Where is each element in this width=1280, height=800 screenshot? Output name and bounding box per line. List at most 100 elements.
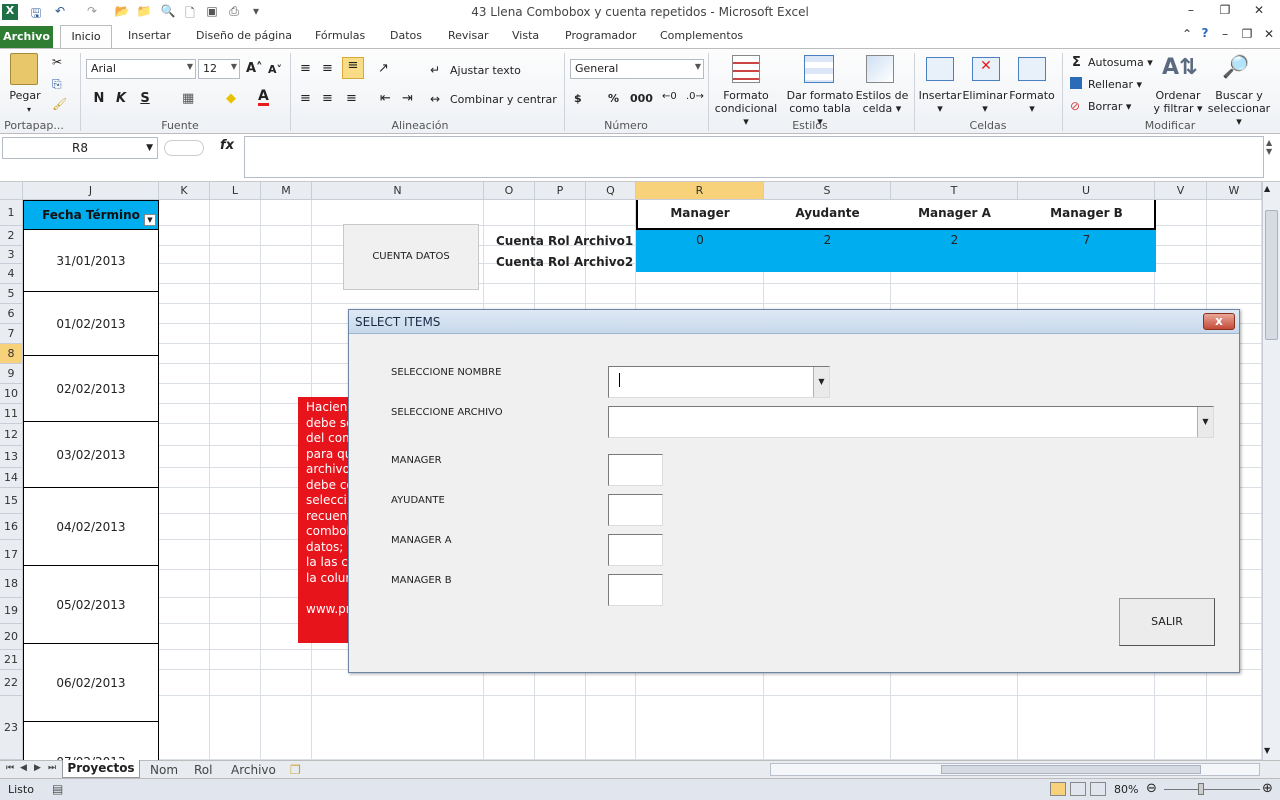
font-name-select[interactable]: Arial ▼ — [86, 59, 196, 79]
salir-button[interactable]: SALIR — [1119, 598, 1215, 646]
sort-filter-button[interactable]: Ordenar y filtrar ▾ — [1150, 89, 1206, 115]
fecha-cell[interactable]: 04/02/2013 — [23, 488, 159, 566]
manager-textbox[interactable] — [608, 454, 663, 486]
bold-button[interactable]: N — [90, 91, 108, 106]
column-header-u[interactable]: U — [1018, 182, 1155, 200]
wrap-text-button[interactable]: Ajustar texto — [450, 64, 521, 77]
row-header-8[interactable]: 8 — [0, 344, 23, 364]
last-sheet-icon[interactable]: ⏭ — [48, 763, 56, 773]
align-top-icon[interactable]: ≡ — [300, 61, 311, 76]
tab-formulas[interactable]: Fórmulas — [315, 29, 365, 42]
tab-diseno-pagina[interactable]: Diseño de página — [196, 29, 292, 42]
formula-bar-grip[interactable] — [164, 140, 204, 156]
minimize-icon[interactable]: – — [1180, 3, 1202, 21]
align-middle-icon[interactable]: ≡ — [322, 61, 333, 76]
row-header-3[interactable]: 3 — [0, 246, 23, 264]
fecha-termino-header[interactable]: Fecha Término ▼ — [23, 200, 159, 230]
shrink-font-icon[interactable]: A˅ — [268, 63, 282, 76]
count-value-cell[interactable]: 2 — [891, 233, 1018, 247]
format-cells-icon[interactable] — [1018, 57, 1046, 81]
tab-programador[interactable]: Programador — [565, 29, 636, 42]
delete-cells-icon[interactable]: ✕ — [972, 57, 1000, 81]
column-header-o[interactable]: O — [484, 182, 535, 200]
count-header-cell[interactable]: Ayudante — [764, 206, 891, 220]
archivo-dropdown-icon[interactable]: ▼ — [1197, 407, 1213, 437]
name-box[interactable]: R8 ▼ — [2, 137, 158, 159]
currency-button[interactable]: $ — [574, 92, 582, 105]
tab-complementos[interactable]: Complementos — [660, 29, 743, 42]
column-header-r[interactable]: R — [636, 182, 764, 200]
cuenta-datos-button[interactable]: CUENTA DATOS — [343, 224, 479, 290]
row-header-11[interactable]: 11 — [0, 404, 23, 424]
insert-sheet-icon[interactable]: ❐ — [290, 763, 301, 777]
scroll-down-icon[interactable]: ▼ — [1264, 746, 1270, 755]
horizontal-scroll-thumb[interactable] — [941, 765, 1201, 774]
prev-sheet-icon[interactable]: ◀ — [20, 763, 27, 773]
page-layout-icon[interactable] — [1070, 782, 1086, 796]
count-header-cell[interactable]: Manager B — [1018, 206, 1155, 220]
decrease-decimal-icon[interactable]: .0→ — [686, 91, 704, 102]
dialog-title-bar[interactable]: SELECT ITEMS x — [349, 310, 1239, 334]
first-sheet-icon[interactable]: ⏮ — [6, 763, 14, 773]
borders-icon[interactable]: ▦ — [182, 91, 194, 106]
format-painter-icon[interactable]: 🖌 — [52, 97, 67, 111]
horizontal-scrollbar[interactable] — [770, 763, 1260, 776]
percent-button[interactable]: % — [608, 92, 619, 105]
row-header-18[interactable]: 18 — [0, 570, 23, 598]
row-header-22[interactable]: 22 — [0, 670, 23, 696]
row-header-2[interactable]: 2 — [0, 226, 23, 246]
insert-function-icon[interactable]: fx — [220, 138, 234, 153]
row-header-6[interactable]: 6 — [0, 304, 23, 324]
row-header-12[interactable]: 12 — [0, 424, 23, 446]
row-header-7[interactable]: 7 — [0, 324, 23, 344]
row-header-16[interactable]: 16 — [0, 514, 23, 540]
cut-icon[interactable]: ✂ — [52, 55, 62, 69]
row-header-9[interactable]: 9 — [0, 364, 23, 384]
fecha-cell[interactable]: 31/01/2013 — [23, 230, 159, 292]
manager-b-textbox[interactable] — [608, 574, 663, 606]
normal-view-icon[interactable] — [1050, 782, 1066, 796]
nombre-combobox[interactable]: ▼ — [608, 366, 830, 398]
zoom-out-icon[interactable]: ⊖ — [1146, 781, 1157, 796]
delete-cells-button[interactable]: Eliminar ▾ — [962, 89, 1008, 115]
column-header-v[interactable]: V — [1155, 182, 1207, 200]
row-header-13[interactable]: 13 — [0, 446, 23, 468]
find-select-icon[interactable]: 🔎 — [1222, 55, 1249, 80]
row-label-archivo2[interactable]: Cuenta Rol Archivo2 — [496, 255, 633, 269]
column-header-s[interactable]: S — [764, 182, 891, 200]
fill-icon[interactable] — [1070, 77, 1082, 89]
wrap-text-icon[interactable]: ↵ — [430, 63, 440, 77]
column-header-w[interactable]: W — [1207, 182, 1262, 200]
conditional-format-button[interactable]: Formato condicional ▾ — [712, 89, 780, 128]
merge-center-icon[interactable]: ↔ — [430, 92, 440, 106]
column-header-q[interactable]: Q — [586, 182, 636, 200]
merge-center-button[interactable]: Combinar y centrar — [450, 93, 557, 106]
row-header-10[interactable]: 10 — [0, 384, 23, 404]
format-cells-button[interactable]: Formato ▾ — [1008, 89, 1056, 115]
row-header-19[interactable]: 19 — [0, 598, 23, 624]
font-color-icon[interactable]: A — [258, 89, 269, 106]
tab-revisar[interactable]: Revisar — [448, 29, 488, 42]
tab-insertar[interactable]: Insertar — [128, 29, 171, 42]
align-center-icon[interactable]: ≡ — [322, 91, 333, 106]
row-header-5[interactable]: 5 — [0, 284, 23, 304]
instructions-note[interactable]: Haciendebe sedel compara quarchivosdebe … — [298, 397, 350, 643]
expand-formula-icon[interactable]: ▲ ▼ — [1266, 138, 1272, 156]
manager-a-textbox[interactable] — [608, 534, 663, 566]
restore-icon[interactable]: ❐ — [1214, 3, 1236, 21]
zoom-in-icon[interactable]: ⊕ — [1262, 781, 1273, 796]
sheet-tab-nom[interactable]: Nom — [150, 763, 178, 777]
tab-vista[interactable]: Vista — [512, 29, 539, 42]
column-header-n[interactable]: N — [312, 182, 484, 200]
row-header-23[interactable]: 23 — [0, 696, 23, 760]
vertical-scroll-thumb[interactable] — [1265, 210, 1278, 340]
help-icon[interactable]: ? — [1194, 26, 1216, 44]
paste-icon[interactable] — [10, 53, 38, 85]
filter-dropdown-icon[interactable]: ▼ — [144, 214, 156, 226]
sheet-tab-rol[interactable]: Rol — [194, 763, 212, 777]
page-break-icon[interactable] — [1090, 782, 1106, 796]
thousands-button[interactable]: 000 — [630, 92, 653, 105]
column-header-p[interactable]: P — [535, 182, 586, 200]
align-left-icon[interactable]: ≡ — [300, 91, 311, 106]
close-icon[interactable]: ✕ — [1248, 3, 1270, 21]
